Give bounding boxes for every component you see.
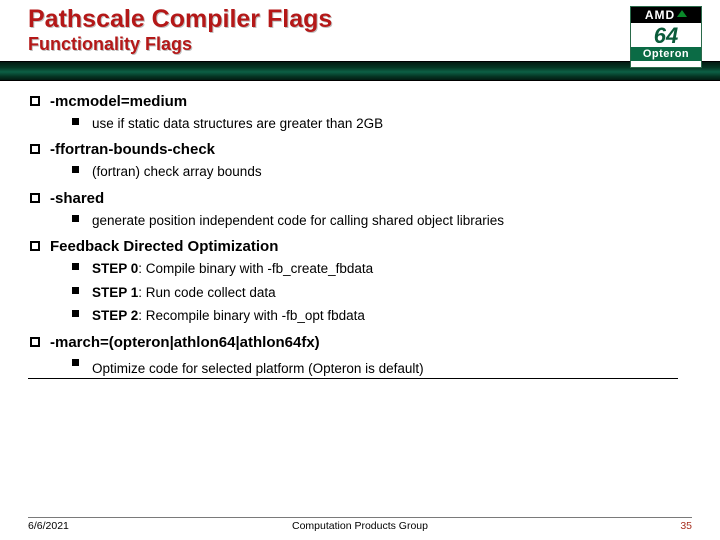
logo-number: 64	[631, 23, 701, 47]
bullet-march: -march=(opteron|athlon64|athlon64fx)	[28, 334, 692, 351]
slide-title: Pathscale Compiler Flags	[28, 6, 692, 34]
logo-arrow-icon	[677, 10, 687, 17]
bullet-mcmodel: -mcmodel=medium	[28, 93, 692, 110]
step-label: STEP 1	[92, 285, 138, 300]
step-text: : Run code collect data	[138, 285, 275, 300]
logo-brand-text: AMD	[645, 8, 675, 22]
slide-header: AMD 64 Opteron Pathscale Compiler Flags …	[0, 0, 720, 55]
sub-bullet-step: STEP 1: Run code collect data	[28, 283, 692, 303]
sub-bullet-step: STEP 2: Recompile binary with -fb_opt fb…	[28, 306, 692, 326]
bullet-shared: -shared	[28, 190, 692, 207]
slide-subtitle: Functionality Flags	[28, 34, 692, 55]
logo-product: Opteron	[631, 47, 701, 61]
step-label: STEP 2	[92, 308, 138, 323]
sub-bullet: use if static data structures are greate…	[28, 114, 692, 134]
footer-date: 6/6/2021	[28, 520, 69, 532]
sub-bullet: Optimize code for selected platform (Opt…	[28, 355, 678, 380]
footer-page-number: 35	[680, 520, 692, 532]
sub-bullet: generate position independent code for c…	[28, 211, 692, 231]
slide-body: -mcmodel=medium use if static data struc…	[0, 93, 720, 380]
step-text: : Recompile binary with -fb_opt fbdata	[138, 308, 365, 323]
amd-opteron-logo: AMD 64 Opteron	[630, 6, 702, 68]
bullet-ffortran: -ffortran-bounds-check	[28, 141, 692, 158]
step-text: : Compile binary with -fb_create_fbdata	[138, 261, 373, 276]
step-label: STEP 0	[92, 261, 138, 276]
divider-bar	[0, 61, 720, 81]
logo-brand: AMD	[631, 7, 701, 23]
slide: AMD 64 Opteron Pathscale Compiler Flags …	[0, 0, 720, 540]
slide-footer: 6/6/2021 Computation Products Group 35	[0, 517, 720, 532]
bullet-fdo: Feedback Directed Optimization	[28, 238, 692, 255]
sub-bullet: (fortran) check array bounds	[28, 162, 692, 182]
sub-bullet-step: STEP 0: Compile binary with -fb_create_f…	[28, 259, 692, 279]
footer-group: Computation Products Group	[292, 520, 428, 532]
